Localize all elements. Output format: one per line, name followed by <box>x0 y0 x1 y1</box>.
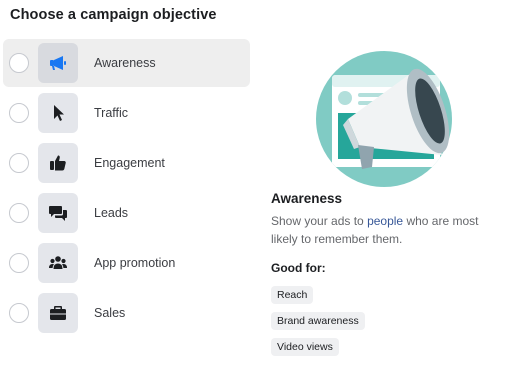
radio-button[interactable] <box>9 103 29 123</box>
objective-label: Traffic <box>94 106 129 120</box>
people-link[interactable]: people <box>367 214 403 228</box>
tag-video-views: Video views <box>271 338 339 356</box>
radio-button[interactable] <box>9 303 29 323</box>
chat-bubbles-icon <box>38 193 78 233</box>
objective-sales[interactable]: Sales <box>3 289 250 337</box>
radio-button[interactable] <box>9 203 29 223</box>
objective-list: Awareness Traffic Engagement Leads App p… <box>3 39 250 339</box>
objective-engagement[interactable]: Engagement <box>3 139 250 187</box>
objective-label: App promotion <box>94 256 176 270</box>
good-for-label: Good for: <box>271 261 326 275</box>
objective-label: Leads <box>94 206 129 220</box>
radio-button[interactable] <box>9 153 29 173</box>
radio-button[interactable] <box>9 53 29 73</box>
objective-label: Engagement <box>94 156 165 170</box>
objective-app-promotion[interactable]: App promotion <box>3 239 250 287</box>
tag-brand-awareness: Brand awareness <box>271 312 365 330</box>
briefcase-icon <box>38 293 78 333</box>
objective-label: Awareness <box>94 56 156 70</box>
tag-reach: Reach <box>271 286 314 304</box>
detail-title: Awareness <box>271 191 343 206</box>
objective-detail-panel: Awareness Show your ads to people who ar… <box>271 191 507 364</box>
radio-button[interactable] <box>9 253 29 273</box>
description-text: Show your ads to <box>271 214 368 228</box>
thumbs-up-icon <box>38 143 78 183</box>
awareness-illustration <box>302 37 467 187</box>
people-icon <box>38 243 78 283</box>
objective-leads[interactable]: Leads <box>3 189 250 237</box>
objective-awareness[interactable]: Awareness <box>3 39 250 87</box>
page-title: Choose a campaign objective <box>10 7 217 23</box>
objective-label: Sales <box>94 306 126 320</box>
good-for-tags: Reach Brand awareness Video views <box>271 286 507 356</box>
megaphone-icon <box>38 43 78 83</box>
objective-traffic[interactable]: Traffic <box>3 89 250 137</box>
cursor-icon <box>38 93 78 133</box>
detail-description: Show your ads to people who are most lik… <box>271 213 507 248</box>
